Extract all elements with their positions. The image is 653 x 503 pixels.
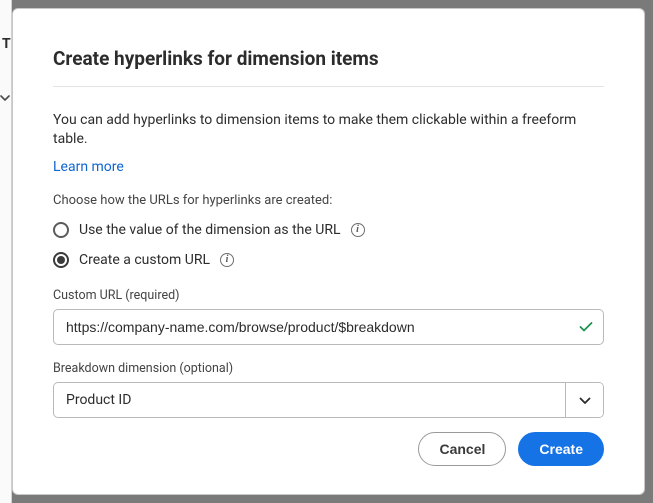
- cancel-button[interactable]: Cancel: [418, 432, 506, 466]
- background-text: T: [2, 36, 11, 52]
- chevron-down-icon: [0, 87, 10, 106]
- breakdown-selected-value: Product ID: [54, 383, 565, 417]
- radio-label: Create a custom URL: [79, 252, 210, 268]
- breakdown-label: Breakdown dimension (optional): [53, 361, 604, 376]
- info-icon[interactable]: i: [351, 223, 365, 237]
- radio-create-custom-url[interactable]: Create a custom URL i: [53, 252, 604, 268]
- radio-icon: [53, 252, 69, 268]
- chevron-down-icon: [579, 390, 591, 409]
- radio-use-dimension-value[interactable]: Use the value of the dimension as the UR…: [53, 222, 604, 238]
- custom-url-input[interactable]: [53, 309, 604, 345]
- radio-icon: [53, 222, 69, 238]
- dialog-title: Create hyperlinks for dimension items: [53, 47, 604, 86]
- info-icon[interactable]: i: [220, 253, 234, 267]
- radio-label: Use the value of the dimension as the UR…: [79, 222, 341, 238]
- create-button[interactable]: Create: [518, 432, 604, 466]
- learn-more-link[interactable]: Learn more: [53, 159, 604, 175]
- checkmark-icon: [579, 317, 593, 336]
- breakdown-select[interactable]: Product ID: [53, 382, 604, 418]
- select-toggle-button[interactable]: [565, 383, 603, 417]
- choose-label: Choose how the URLs for hyperlinks are c…: [53, 193, 604, 208]
- divider: [53, 86, 604, 87]
- custom-url-label: Custom URL (required): [53, 288, 604, 303]
- dialog-description: You can add hyperlinks to dimension item…: [53, 111, 604, 149]
- create-hyperlinks-dialog: Create hyperlinks for dimension items Yo…: [12, 8, 645, 495]
